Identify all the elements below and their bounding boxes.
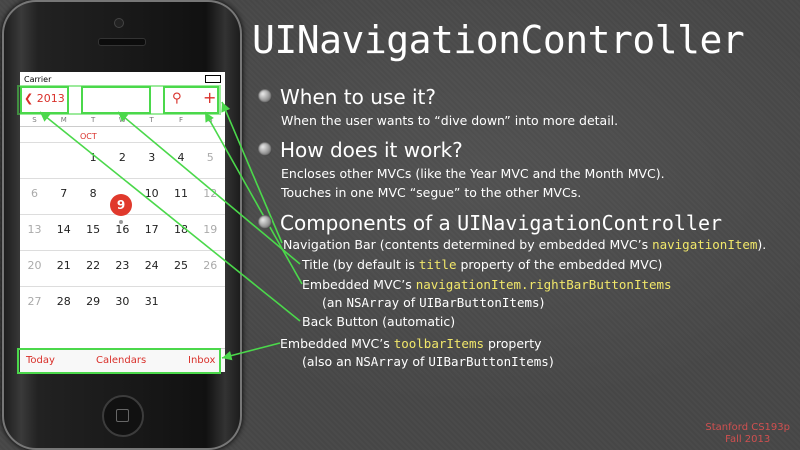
toolbar-note-code2: UIBarButtonItems [428,354,549,369]
right-note-prefix: (an [322,295,347,310]
right-items-note: (an NSArray of UIBarButtonItems) [322,295,544,310]
bullet-components: Components of a UINavigationController [258,211,722,235]
title-description: Title (by default is title property of t… [302,257,662,272]
bullet-how: How does it work? [258,138,463,162]
how-line-2: Touches in one MVC “segue” to the other … [281,185,582,200]
toolbar-note-mid: of [408,354,429,369]
navbar-desc-code: navigationItem [652,237,758,252]
credit-term: Fall 2013 [725,434,771,445]
title-desc-code: title [418,257,457,272]
navbar-desc-suffix: ). [757,237,767,252]
right-note-suffix: ) [539,295,545,310]
bullet-when-heading: When to use it? [280,85,436,109]
how-line-1: Encloses other MVCs (like the Year MVC a… [281,166,665,181]
toolbar-arrow [221,342,281,361]
toolbar-note: (also an NSArray of UIBarButtonItems) [302,354,554,369]
course-credit: Stanford CS193p Fall 2013 [705,422,790,446]
toolbar-desc-prefix: Embedded MVC’s [280,336,394,351]
toolbar-note-suffix: ) [548,354,554,369]
bullet-icon [258,89,272,103]
back-description: Back Button (automatic) [302,314,456,329]
right-note-code2: UIBarButtonItems [419,295,540,310]
components-heading-prefix: Components of a [280,211,458,235]
right-desc-code: navigationItem.rightBarButtonItems [415,277,672,292]
right-note-code: NSArray [346,295,400,310]
slide-title: UINavigationController [252,18,745,62]
toolbar-description: Embedded MVC’s toolbarItems property [280,336,542,351]
bullet-how-heading: How does it work? [280,138,463,162]
bullet-icon [258,215,272,229]
bullet-when: When to use it? [258,85,436,109]
right-items-description: Embedded MVC’s navigationItem.rightBarBu… [302,277,672,292]
right-note-mid: of [399,295,420,310]
when-line: When the user wants to “dive down” into … [281,113,619,128]
toolbar-note-prefix: (also an [302,354,356,369]
navbar-description: Navigation Bar (contents determined by e… [283,237,766,252]
bullet-icon [258,142,272,156]
toolbar-note-code: NSArray [355,354,409,369]
title-desc-prefix: Title (by default is [302,257,419,272]
credit-course: Stanford CS193p [705,422,790,433]
right-desc-prefix: Embedded MVC’s [302,277,416,292]
title-arrow [117,111,301,265]
components-heading-code: UINavigationController [457,211,723,235]
toolbar-desc-code: toolbarItems [393,336,485,351]
navbar-desc-prefix: Navigation Bar (contents determined by e… [283,237,653,252]
toolbar-desc-suffix: property [484,336,542,351]
title-desc-suffix: property of the embedded MVC) [456,257,663,272]
